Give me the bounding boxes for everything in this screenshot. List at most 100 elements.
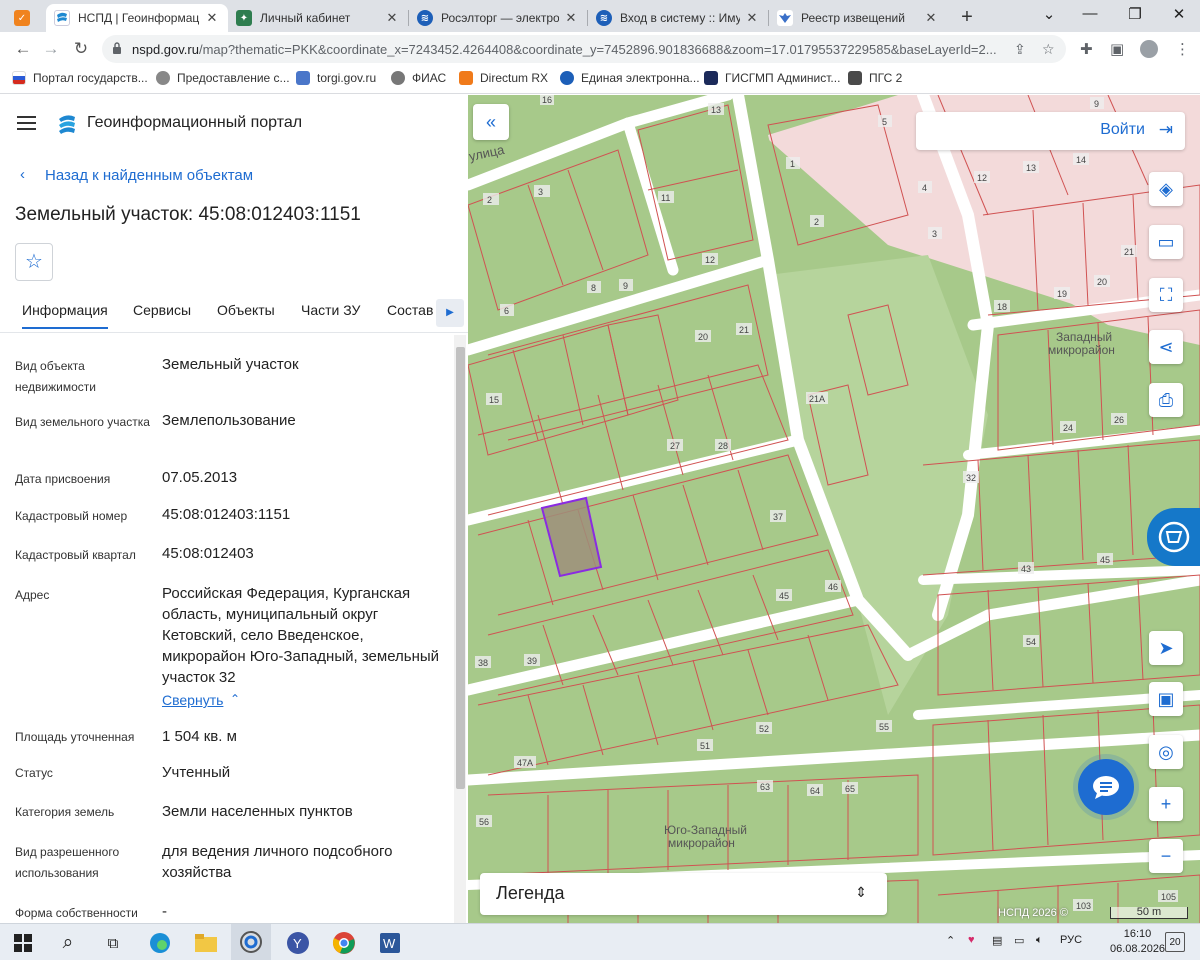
tab-information[interactable]: Информация [22, 302, 108, 329]
zoom-in-button[interactable]: + [1149, 787, 1183, 821]
bookmark-label: torgi.gov.ru [317, 71, 377, 85]
back-arrow-icon[interactable]: ← [12, 38, 34, 60]
close-icon[interactable]: ✕ [923, 10, 939, 26]
yandex-browser-icon[interactable]: Y [285, 930, 311, 956]
chevron-up-icon[interactable]: ⌃ [230, 692, 240, 706]
select-area-button[interactable]: ⛶ [1149, 278, 1183, 312]
system-clock[interactable]: 16:10 06.08.2026 [1110, 927, 1165, 957]
minimize-button[interactable]: — [1075, 5, 1105, 22]
geolocation-button[interactable]: ➤ [1149, 631, 1183, 665]
double-chevron-left-icon: « [485, 111, 496, 132]
portal-title: Геоинформационный портал [87, 114, 303, 131]
tab-cabinet[interactable]: ✦ Личный кабинет ✕ [228, 4, 408, 32]
tab-title: НСПД | Геоинформаци [78, 11, 200, 25]
bookmark-label: Единая электронна... [581, 71, 700, 85]
file-explorer-icon[interactable] [193, 930, 219, 956]
language-indicator[interactable]: РУС [1060, 934, 1082, 946]
parcel-number: 43 [1021, 564, 1031, 574]
forward-arrow-icon[interactable]: → [40, 38, 62, 60]
window-close-button[interactable]: ✕ [1164, 5, 1194, 23]
app-menu-tab[interactable]: ✓ [6, 4, 40, 32]
tab-objects[interactable]: Объекты [217, 302, 275, 318]
share-button[interactable]: ⋖ [1149, 330, 1183, 364]
edge-icon[interactable] [147, 930, 173, 956]
new-tab-button[interactable]: + [955, 6, 979, 29]
search-icon[interactable]: ⌕ [55, 930, 81, 956]
tab-services[interactable]: Сервисы [133, 302, 191, 318]
close-icon[interactable]: ✕ [204, 10, 220, 26]
field-label: Кадастровый квартал [15, 548, 136, 562]
close-icon[interactable]: ✕ [744, 10, 760, 26]
tab-notices-registry[interactable]: Реестр извещений ✕ [769, 4, 947, 32]
reload-icon[interactable]: ↻ [70, 38, 92, 60]
object-title: Земельный участок: 45:08:012403:1151 [15, 204, 361, 225]
maximize-button[interactable]: ❐ [1120, 5, 1150, 23]
parcel-number: 8 [591, 283, 596, 293]
favorite-button[interactable]: ☆ [15, 243, 53, 281]
print-button[interactable]: ⎙ [1149, 383, 1183, 417]
login-button[interactable]: Войти ⇥ [916, 112, 1185, 150]
tray-clipboard-icon[interactable]: ▤ [992, 934, 1002, 947]
locate-button[interactable]: ◎ [1149, 735, 1183, 769]
menu-dots-icon[interactable]: ⋮ [1175, 40, 1190, 58]
share-icon[interactable]: ⇪ [1014, 41, 1026, 58]
measure-button[interactable]: ▭ [1149, 225, 1183, 259]
back-to-results-link[interactable]: Назад к найденным объектам [45, 167, 253, 184]
bookmark-gisgmp[interactable]: ГИСГМП Админист... [704, 71, 840, 85]
task-view-icon[interactable]: ⧉ [100, 930, 126, 956]
taskbar-app-active[interactable] [231, 924, 271, 960]
tab-roseltorg[interactable]: ≋ Росэлторг — электрон ✕ [409, 4, 587, 32]
word-icon[interactable]: W [377, 930, 403, 956]
layers-button[interactable]: ◈ [1149, 172, 1183, 206]
profile-avatar[interactable] [1140, 40, 1158, 58]
tab-parts[interactable]: Части ЗУ [301, 302, 360, 318]
tab-property-login[interactable]: ≋ Вход в систему :: Имущ ✕ [588, 4, 768, 32]
bookmark-torgi[interactable]: torgi.gov.ru [296, 71, 376, 85]
minimap-button[interactable]: ▣ [1149, 682, 1183, 716]
close-icon[interactable]: ✕ [563, 10, 579, 26]
tab-composition[interactable]: Состав [387, 302, 433, 318]
tabs-scroll-right-button[interactable]: ▶ [436, 299, 464, 327]
collapse-panel-button[interactable]: « [473, 104, 509, 140]
parcel-number: 38 [478, 658, 488, 668]
star-icon[interactable]: ☆ [1042, 41, 1055, 58]
bookmark-services[interactable]: Предоставление с... [156, 71, 290, 85]
bookmark-gosuslugi[interactable]: Портал государств... [12, 71, 148, 85]
login-label: Войти [1100, 121, 1145, 138]
star-icon: ☆ [25, 251, 43, 273]
emblem-icon [156, 71, 170, 85]
scrollbar-thumb[interactable] [456, 347, 465, 789]
bookmark-eis[interactable]: Единая электронна... [560, 71, 700, 85]
bookmark-directum[interactable]: Directum RX [459, 71, 548, 85]
field-value: для ведения личного подсобного хозяйства [162, 843, 393, 881]
parcel-number: 103 [1076, 901, 1091, 911]
tray-app-icon[interactable]: ♥ [968, 934, 975, 946]
parcel-number: 5 [882, 117, 887, 127]
tab-search-icon[interactable]: ⌄ [1034, 5, 1064, 23]
chat-button[interactable] [1078, 759, 1134, 815]
network-icon[interactable]: ▭ [1014, 934, 1024, 947]
address-bar[interactable]: nspd.gov.ru/map?thematic=PKK&coordinate_… [102, 35, 1066, 63]
parcel-number: 9 [623, 281, 628, 291]
menu-icon[interactable] [17, 116, 36, 134]
close-icon[interactable]: ✕ [384, 10, 400, 26]
notifications-badge[interactable]: 20 [1165, 932, 1185, 952]
parcel-number: 6 [504, 306, 509, 316]
zoom-out-button[interactable]: − [1149, 839, 1183, 873]
chevron-left-icon[interactable]: ‹ [20, 166, 25, 183]
bookmark-fias[interactable]: ФИАС [391, 71, 446, 85]
parcel-number: 46 [828, 582, 838, 592]
bookmark-pgs[interactable]: ПГС 2 [848, 71, 902, 85]
collapse-link[interactable]: Свернуть [162, 692, 223, 708]
side-panel-icon[interactable]: ▣ [1110, 40, 1124, 58]
legend-panel[interactable]: Легенда ⇕ [480, 873, 887, 915]
chrome-icon[interactable] [331, 930, 357, 956]
tray-chevron-icon[interactable]: ⌃ [946, 934, 955, 947]
extensions-icon[interactable]: ✚ [1080, 40, 1093, 58]
field-label: Вид разрешенного использования [15, 845, 120, 880]
feedback-side-button[interactable] [1147, 508, 1200, 566]
tab-nspd[interactable]: НСПД | Геоинформаци ✕ [46, 4, 228, 32]
parcel-number: 105 [1161, 892, 1176, 902]
windows-start-icon[interactable] [10, 930, 36, 956]
volume-icon[interactable]: 🔈︎ [1036, 934, 1043, 947]
